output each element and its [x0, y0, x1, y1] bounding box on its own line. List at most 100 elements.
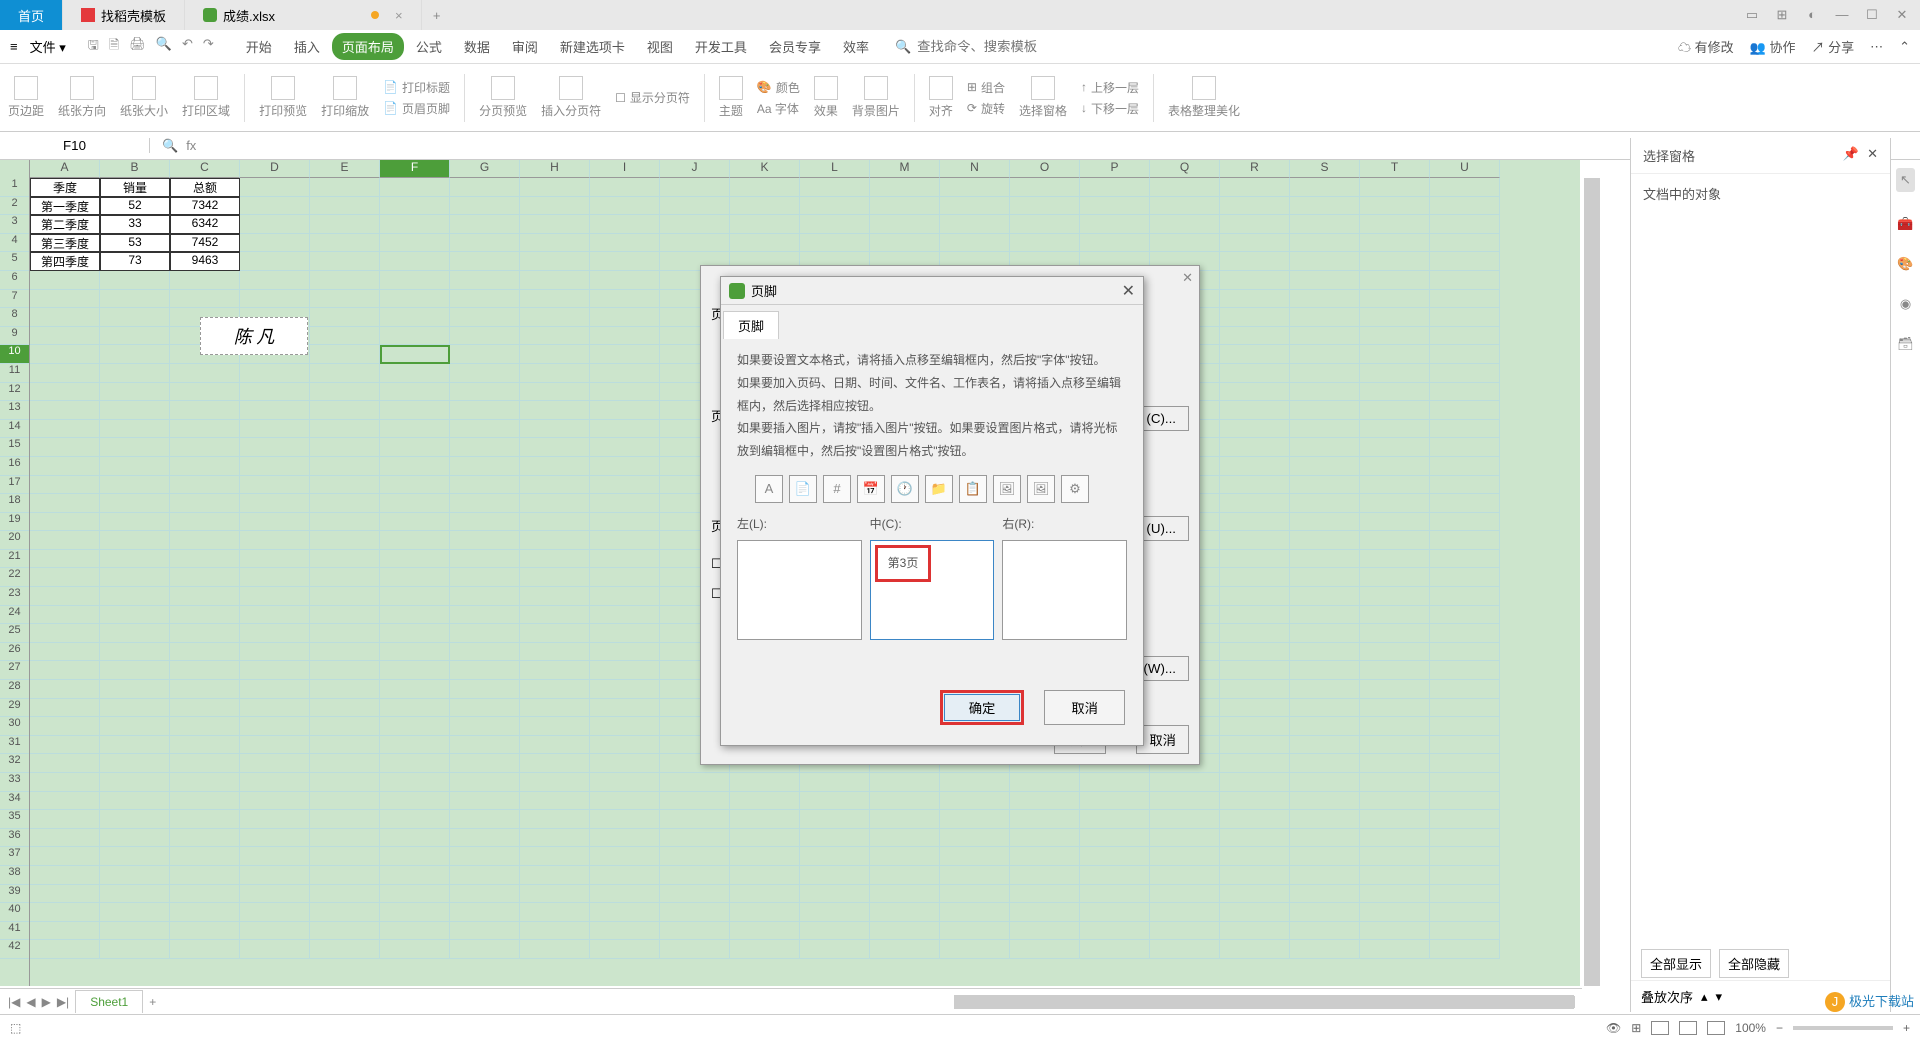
- layout-icon[interactable]: ▭: [1744, 7, 1760, 23]
- dialog-tab-footer[interactable]: 页脚: [723, 311, 779, 339]
- tab-insert[interactable]: 插入: [284, 33, 330, 60]
- save-icon[interactable]: 🖫: [88, 36, 99, 58]
- row-header[interactable]: 5: [0, 252, 29, 271]
- signature-image[interactable]: 陈 凡: [200, 317, 308, 355]
- apps-icon[interactable]: ⊞: [1774, 7, 1790, 23]
- col-header[interactable]: B: [100, 160, 170, 178]
- tab-pagelayout[interactable]: 页面布局: [332, 33, 404, 60]
- pin-icon[interactable]: 📌: [1843, 146, 1859, 165]
- tab-devtools[interactable]: 开发工具: [685, 33, 757, 60]
- print-icon[interactable]: 🖨: [129, 36, 146, 58]
- col-header[interactable]: J: [660, 160, 730, 178]
- row-header[interactable]: 38: [0, 866, 29, 885]
- col-header[interactable]: P: [1080, 160, 1150, 178]
- sheet-tab-1[interactable]: Sheet1: [75, 990, 143, 1013]
- row-header[interactable]: 19: [0, 513, 29, 532]
- tab-newtab[interactable]: 新建选项卡: [550, 33, 635, 60]
- center-section-input[interactable]: 第3页: [870, 540, 995, 640]
- row-header[interactable]: 30: [0, 717, 29, 736]
- row-header[interactable]: 18: [0, 494, 29, 513]
- move-up-icon[interactable]: ▴: [1701, 989, 1708, 1005]
- toolbox-icon[interactable]: 🧰: [1897, 216, 1913, 232]
- row-header[interactable]: 14: [0, 420, 29, 439]
- print-area-button[interactable]: 打印区域: [182, 76, 230, 119]
- print-titles-button[interactable]: 📄 打印标题: [383, 79, 450, 96]
- column-headers[interactable]: ABCDEFGHIJKLMNOPQRSTU: [30, 160, 1580, 178]
- zoom-level[interactable]: 100%: [1735, 1021, 1766, 1035]
- tab-view[interactable]: 视图: [637, 33, 683, 60]
- row-header[interactable]: 42: [0, 940, 29, 959]
- data-cell[interactable]: 53: [100, 234, 170, 253]
- margins-button[interactable]: 页边距: [8, 76, 44, 119]
- dialog-cancel-button[interactable]: 取消: [1044, 690, 1125, 725]
- row-header[interactable]: 17: [0, 476, 29, 495]
- col-header[interactable]: G: [450, 160, 520, 178]
- font-format-icon[interactable]: A: [755, 475, 783, 503]
- row-header[interactable]: 35: [0, 810, 29, 829]
- align-button[interactable]: 对齐: [929, 76, 953, 119]
- maximize-icon[interactable]: ☐: [1864, 7, 1880, 23]
- send-backward-button[interactable]: ↓ 下移一层: [1081, 100, 1139, 117]
- insert-picture-icon[interactable]: 🖼: [993, 475, 1021, 503]
- show-breaks-check[interactable]: ☐ 显示分页符: [615, 89, 690, 106]
- row-header[interactable]: 34: [0, 792, 29, 811]
- backup-icon[interactable]: 🗃: [1897, 336, 1914, 352]
- data-cell[interactable]: 第二季度: [30, 215, 100, 234]
- col-header[interactable]: C: [170, 160, 240, 178]
- sheet-nav-first-icon[interactable]: |◀: [8, 995, 20, 1009]
- row-header[interactable]: 20: [0, 531, 29, 550]
- tab-data[interactable]: 数据: [454, 33, 500, 60]
- eye-icon[interactable]: 👁: [1606, 1021, 1621, 1035]
- data-cell[interactable]: 9463: [170, 252, 240, 271]
- tab-file[interactable]: 成绩.xlsx×: [185, 0, 422, 30]
- row-header[interactable]: 26: [0, 643, 29, 662]
- row-header[interactable]: 1: [0, 178, 29, 197]
- col-header[interactable]: N: [940, 160, 1010, 178]
- row-header[interactable]: 27: [0, 661, 29, 680]
- normal-view-icon[interactable]: [1651, 1021, 1669, 1035]
- back-cancel-button[interactable]: 取消: [1136, 725, 1189, 754]
- data-cell[interactable]: 52: [100, 197, 170, 216]
- insert-break-button[interactable]: 插入分页符: [541, 76, 601, 119]
- col-header[interactable]: K: [730, 160, 800, 178]
- table-beautify-button[interactable]: 表格整理美化: [1168, 76, 1240, 119]
- col-header[interactable]: M: [870, 160, 940, 178]
- window-close-icon[interactable]: ✕: [1894, 7, 1910, 23]
- col-header[interactable]: A: [30, 160, 100, 178]
- effects-button[interactable]: 效果: [814, 76, 838, 119]
- fx-icon[interactable]: 🔍: [162, 138, 178, 154]
- data-cell[interactable]: 第一季度: [30, 197, 100, 216]
- right-section-input[interactable]: [1002, 540, 1127, 640]
- row-header[interactable]: 28: [0, 680, 29, 699]
- tab-templates[interactable]: 找稻壳模板: [63, 0, 185, 30]
- select-tool-icon[interactable]: ↖: [1896, 168, 1915, 192]
- add-sheet-icon[interactable]: +: [149, 995, 156, 1009]
- bring-forward-button[interactable]: ↑ 上移一层: [1081, 79, 1139, 96]
- collaborate[interactable]: 👥 协作: [1750, 37, 1796, 56]
- col-header[interactable]: I: [590, 160, 660, 178]
- back-dialog-close-icon[interactable]: ✕: [1182, 270, 1193, 286]
- user-icon[interactable]: ◐: [1804, 7, 1820, 23]
- col-header[interactable]: S: [1290, 160, 1360, 178]
- row-header[interactable]: 8: [0, 308, 29, 327]
- data-cell[interactable]: 33: [100, 215, 170, 234]
- redo-icon[interactable]: ↷: [203, 36, 214, 58]
- row-header[interactable]: 33: [0, 773, 29, 792]
- pane-close-icon[interactable]: ✕: [1867, 146, 1878, 165]
- row-headers[interactable]: 1234567891011121314151617181920212223242…: [0, 160, 30, 986]
- zoom-slider[interactable]: [1793, 1026, 1893, 1030]
- rotate-button[interactable]: ⟳ 旋转: [967, 100, 1005, 117]
- tab-formula[interactable]: 公式: [406, 33, 452, 60]
- hamburger-icon[interactable]: ≡: [10, 39, 18, 54]
- page-number-icon[interactable]: #: [823, 475, 851, 503]
- row-header[interactable]: 36: [0, 829, 29, 848]
- row-header[interactable]: 3: [0, 215, 29, 234]
- row-header[interactable]: 37: [0, 847, 29, 866]
- header-cell[interactable]: 季度: [30, 178, 100, 197]
- pivot-icon[interactable]: ◉: [1900, 296, 1911, 312]
- group-button[interactable]: ⊞ 组合: [967, 79, 1005, 96]
- save-as-icon[interactable]: 🗎: [109, 36, 119, 58]
- bg-image-button[interactable]: 背景图片: [852, 76, 900, 119]
- row-header[interactable]: 31: [0, 736, 29, 755]
- zoom-in-icon[interactable]: +: [1903, 1021, 1910, 1035]
